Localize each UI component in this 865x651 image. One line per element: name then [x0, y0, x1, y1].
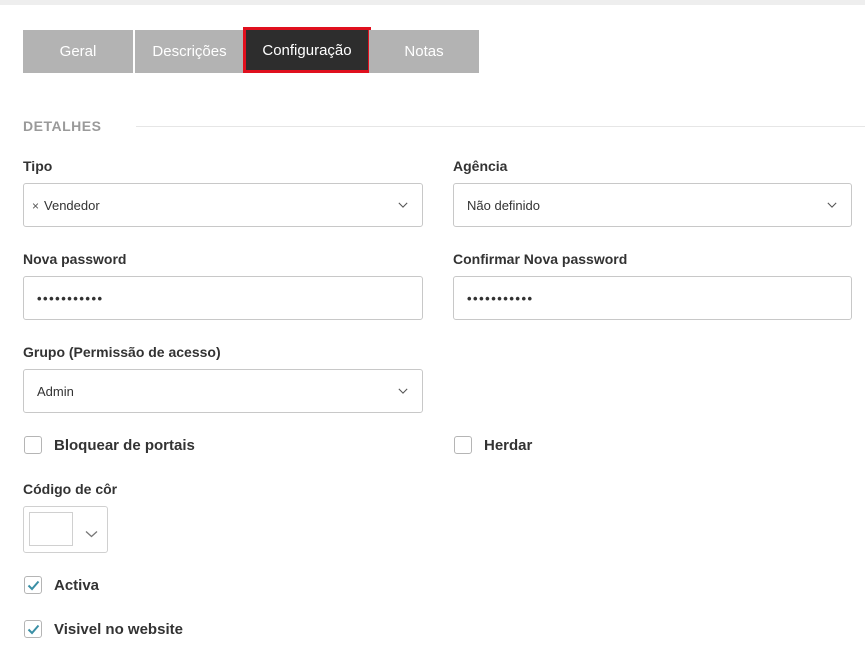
tab-descricoes[interactable]: Descrições — [135, 30, 244, 73]
checkbox-box[interactable] — [24, 576, 42, 594]
tab-geral[interactable]: Geral — [23, 30, 133, 73]
activa-checkbox[interactable]: Activa — [24, 576, 99, 594]
herdar-checkbox[interactable]: Herdar — [454, 436, 532, 454]
agencia-select[interactable]: Não definido — [453, 183, 852, 227]
checkmark-icon — [27, 580, 39, 590]
visivel-website-checkbox[interactable]: Visivel no website — [24, 620, 183, 638]
tipo-value: Vendedor — [44, 197, 100, 213]
bloquear-portais-checkbox[interactable]: Bloquear de portais — [24, 436, 195, 454]
checkbox-box[interactable] — [24, 620, 42, 638]
top-bar — [0, 0, 865, 5]
tipo-select[interactable]: × Vendedor — [23, 183, 423, 227]
grupo-select[interactable]: Admin — [23, 369, 423, 413]
tipo-label: Tipo — [23, 158, 53, 174]
chevron-down-icon — [398, 386, 408, 396]
color-picker[interactable] — [23, 506, 108, 553]
tab-configuracao[interactable]: Configuração — [243, 27, 371, 73]
section-divider — [136, 126, 865, 127]
visivel-website-label: Visivel no website — [54, 620, 183, 638]
chevron-down-icon — [827, 200, 837, 210]
confirmar-password-input[interactable]: ••••••••••• — [453, 276, 852, 320]
agencia-value: Não definido — [467, 197, 540, 213]
confirmar-password-value: ••••••••••• — [467, 290, 534, 306]
agencia-label: Agência — [453, 158, 508, 174]
checkmark-icon — [27, 624, 39, 634]
confirmar-password-label: Confirmar Nova password — [453, 251, 628, 267]
nova-password-label: Nova password — [23, 251, 127, 267]
remove-tag-icon[interactable]: × — [32, 199, 39, 213]
chevron-down-icon — [85, 525, 98, 543]
nova-password-input[interactable]: ••••••••••• — [23, 276, 423, 320]
chevron-down-icon — [398, 200, 408, 210]
tab-notas[interactable]: Notas — [369, 30, 479, 73]
codigo-cor-label: Código de côr — [23, 481, 118, 497]
grupo-value: Admin — [37, 383, 74, 399]
bloquear-portais-label: Bloquear de portais — [54, 436, 195, 454]
checkbox-box[interactable] — [24, 436, 42, 454]
herdar-label: Herdar — [484, 436, 533, 454]
activa-label: Activa — [54, 576, 100, 594]
color-swatch[interactable] — [29, 512, 73, 546]
grupo-label: Grupo (Permissão de acesso) — [23, 344, 221, 360]
nova-password-value: ••••••••••• — [37, 290, 104, 306]
section-title: DETALHES — [23, 118, 102, 134]
checkbox-box[interactable] — [454, 436, 472, 454]
